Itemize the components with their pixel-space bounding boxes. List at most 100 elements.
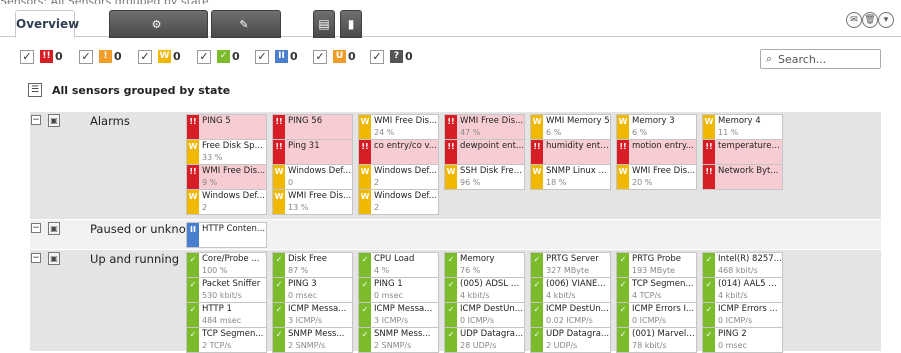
sensor-tile[interactable]: ✓ ICMP Errors I... 0 ICMP/s — [616, 302, 697, 328]
sensor-tile[interactable]: ✓ PRTG Server 327 MByte — [530, 252, 611, 278]
sensor-tile[interactable]: ✓ UDP Datagra... 2 UDP/s — [530, 327, 611, 353]
sensor-tile[interactable]: ✓ (006) VIANE... 4 kbit/s — [530, 277, 611, 303]
tree-icon: ☰ — [28, 83, 42, 97]
sensor-tile[interactable]: W Windows Def... 2 — [358, 189, 439, 215]
sensor-name: (001) Marvell... — [632, 329, 696, 339]
group-label: Alarms — [90, 114, 130, 128]
sensor-value: 0 ICMP/s — [460, 316, 495, 325]
sensor-tile[interactable]: !! Network Byt... — [702, 164, 783, 190]
sensor-tile[interactable]: ✓ (014) AAL5 C... 4 kbit/s — [702, 277, 783, 303]
green-status-icon: ✓ — [187, 253, 199, 277]
sensor-tile[interactable]: W Windows Def... 2 — [358, 164, 439, 190]
red-status-icon: !! — [445, 115, 457, 139]
trash-icon[interactable]: 🗑 — [862, 12, 878, 28]
sensor-tile[interactable]: !! co entry/co v... — [358, 139, 439, 165]
collapse-toggle-icon[interactable]: − — [31, 115, 41, 125]
sensor-tile[interactable]: ✓ (001) Marvell... 78 kbit/s — [616, 327, 697, 353]
sensor-tile[interactable]: ✓ TCP Segmen... 2 TCP/s — [186, 327, 267, 353]
sensor-group-row: − ▣ Up and running ✓ Core/Probe ... 100 % ✓ Dis… — [30, 249, 881, 353]
search-box[interactable]: ⌕ Search... — [760, 49, 881, 69]
sensor-tile[interactable]: ✓ Packet Sniffer 530 kbit/s — [186, 277, 267, 303]
sensor-tile[interactable]: II HTTP Conten... — [186, 222, 267, 248]
sensor-tile[interactable]: !! WMI Free Dis... 47 % — [444, 114, 525, 140]
sensor-tile[interactable]: ✓ CPU Load 4 % — [358, 252, 439, 278]
checkbox-paused[interactable]: ✓ — [255, 50, 269, 64]
sensor-tile[interactable]: !! motion entry... — [616, 139, 697, 165]
sensor-tile[interactable]: ✓ ICMP Messa... 3 ICMP/s — [358, 302, 439, 328]
sensor-tile[interactable]: W Windows Def... 2 — [186, 189, 267, 215]
sensor-tile[interactable]: W Memory 4 11 % — [702, 114, 783, 140]
history-icon: ▮ — [347, 17, 355, 31]
tab-overview[interactable]: Overview — [15, 10, 79, 38]
sensor-tile[interactable]: !! PING 56 — [272, 114, 353, 140]
tab-history[interactable]: ▮ — [340, 10, 362, 38]
sensor-tile[interactable]: W Memory 3 6 % — [616, 114, 697, 140]
sensor-tile[interactable]: W WMI Memory 5 6 % — [530, 114, 611, 140]
sensor-name: HTTP Conten... — [202, 224, 266, 234]
sensor-tile[interactable]: ✓ SNMP Mess... 2 SNMP/s — [272, 327, 353, 353]
sensor-tile[interactable]: ✓ Disk Free 87 % — [272, 252, 353, 278]
sensor-tile[interactable]: ✓ ICMP Messa... 3 ICMP/s — [272, 302, 353, 328]
top-cut-text: Sensors: All Sensors grouped by state — [0, 0, 901, 4]
sensor-tile[interactable]: W SSH Disk Free 1 96 % — [444, 164, 525, 190]
sensor-name: Intel(R) 8257... — [718, 254, 782, 264]
down-state-icon: !! — [40, 50, 53, 63]
sensor-name: ICMP DestUn... — [546, 304, 609, 314]
sensor-tile[interactable]: ✓ ICMP DestUn... 0 ICMP/s — [444, 302, 525, 328]
green-status-icon: ✓ — [617, 303, 629, 327]
sensor-group-row: − ▣ Paused or unknown II HTTP Conten... — [30, 219, 881, 249]
sensor-tile[interactable]: !! PING 5 — [186, 114, 267, 140]
sensor-tile[interactable]: ✓ HTTP 1 484 msec — [186, 302, 267, 328]
sensor-tile[interactable]: !! dewpoint ent... — [444, 139, 525, 165]
sensor-value: 13 % — [288, 203, 309, 212]
green-status-icon: ✓ — [531, 253, 543, 277]
sensor-tile[interactable]: W Free Disk Spa... 33 % — [186, 139, 267, 165]
collapse-toggle-icon[interactable]: − — [31, 253, 41, 263]
sensor-tile[interactable]: !! WMI Free Dis... 9 % — [186, 164, 267, 190]
red-status-icon: !! — [617, 140, 629, 164]
sensor-tile[interactable]: !! humidity entr... — [530, 139, 611, 165]
sensor-tile[interactable]: W SNMP Linux ... 18 % — [530, 164, 611, 190]
sensor-tile[interactable]: ✓ Core/Probe ... 100 % — [186, 252, 267, 278]
checkbox-down[interactable]: ✓ — [20, 50, 34, 64]
gear-icon: ⚙ — [151, 18, 162, 31]
checkbox-unknown-orange[interactable]: ✓ — [313, 50, 327, 64]
sensor-value: 18 % — [546, 178, 567, 187]
sensor-tile[interactable]: ✓ ICMP Errors ... 0 ICMP/s — [702, 302, 783, 328]
sensor-tile[interactable]: !! temperature ... — [702, 139, 783, 165]
collapse-toggle-icon[interactable]: − — [31, 223, 41, 233]
sensor-tile[interactable]: !! Ping 31 — [272, 139, 353, 165]
sensor-name: ICMP Errors ... — [718, 304, 778, 314]
green-status-icon: ✓ — [445, 328, 457, 352]
sensor-tile[interactable]: ✓ (005) ADSL p... 4 kbit/s — [444, 277, 525, 303]
sensor-tile[interactable]: W Windows Def... 0 — [272, 164, 353, 190]
sensor-tile[interactable]: ✓ Memory 76 % — [444, 252, 525, 278]
sensor-tile[interactable]: ✓ UDP Datagra... 28 UDP/s — [444, 327, 525, 353]
sensor-tile[interactable]: W WMI Free Dis... 20 % — [616, 164, 697, 190]
sensor-tile[interactable]: ✓ PING 2 0 msec — [702, 327, 783, 353]
checkbox-up[interactable]: ✓ — [197, 50, 211, 64]
sensor-tile[interactable]: W WMI Free Dis... 13 % — [272, 189, 353, 215]
sensor-tile[interactable]: ✓ PING 3 0 msec — [272, 277, 353, 303]
sensor-tile[interactable]: ✓ ICMP DestUn... 0.02 ICMP/s — [530, 302, 611, 328]
sensor-tile[interactable]: ✓ TCP Segmen... 4 TCP/s — [616, 277, 697, 303]
sensor-tile[interactable]: ✓ Intel(R) 8257... 468 kbit/s — [702, 252, 783, 278]
sensor-tile[interactable]: W WMI Free Dis... 24 % — [358, 114, 439, 140]
sensor-tile[interactable]: ✓ PRTG Probe 193 MByte — [616, 252, 697, 278]
checkbox-warning[interactable]: ✓ — [138, 50, 152, 64]
tab-notes[interactable]: ▤ — [313, 10, 335, 38]
sensor-tile[interactable]: ✓ SNMP Mess... 2 SNMP/s — [358, 327, 439, 353]
sensor-tile[interactable]: ✓ PING 1 0 msec — [358, 277, 439, 303]
red-status-icon: !! — [359, 140, 371, 164]
tab-settings[interactable]: ✎Settings — [211, 10, 281, 58]
yellow-status-icon: W — [703, 115, 715, 139]
sensor-name: Windows Def... — [374, 191, 437, 201]
tab-management[interactable]: ⚙Management — [109, 10, 208, 58]
sensor-name: motion entry... — [632, 141, 694, 151]
sensor-name: UDP Datagra... — [460, 329, 524, 339]
checkbox-unknown[interactable]: ✓ — [370, 50, 384, 64]
blue-status-icon: II — [187, 223, 199, 247]
chevron-down-icon[interactable]: ▾ — [878, 12, 894, 28]
checkbox-unusual[interactable]: ✓ — [79, 50, 93, 64]
mail-icon[interactable]: ✉ — [846, 12, 862, 28]
